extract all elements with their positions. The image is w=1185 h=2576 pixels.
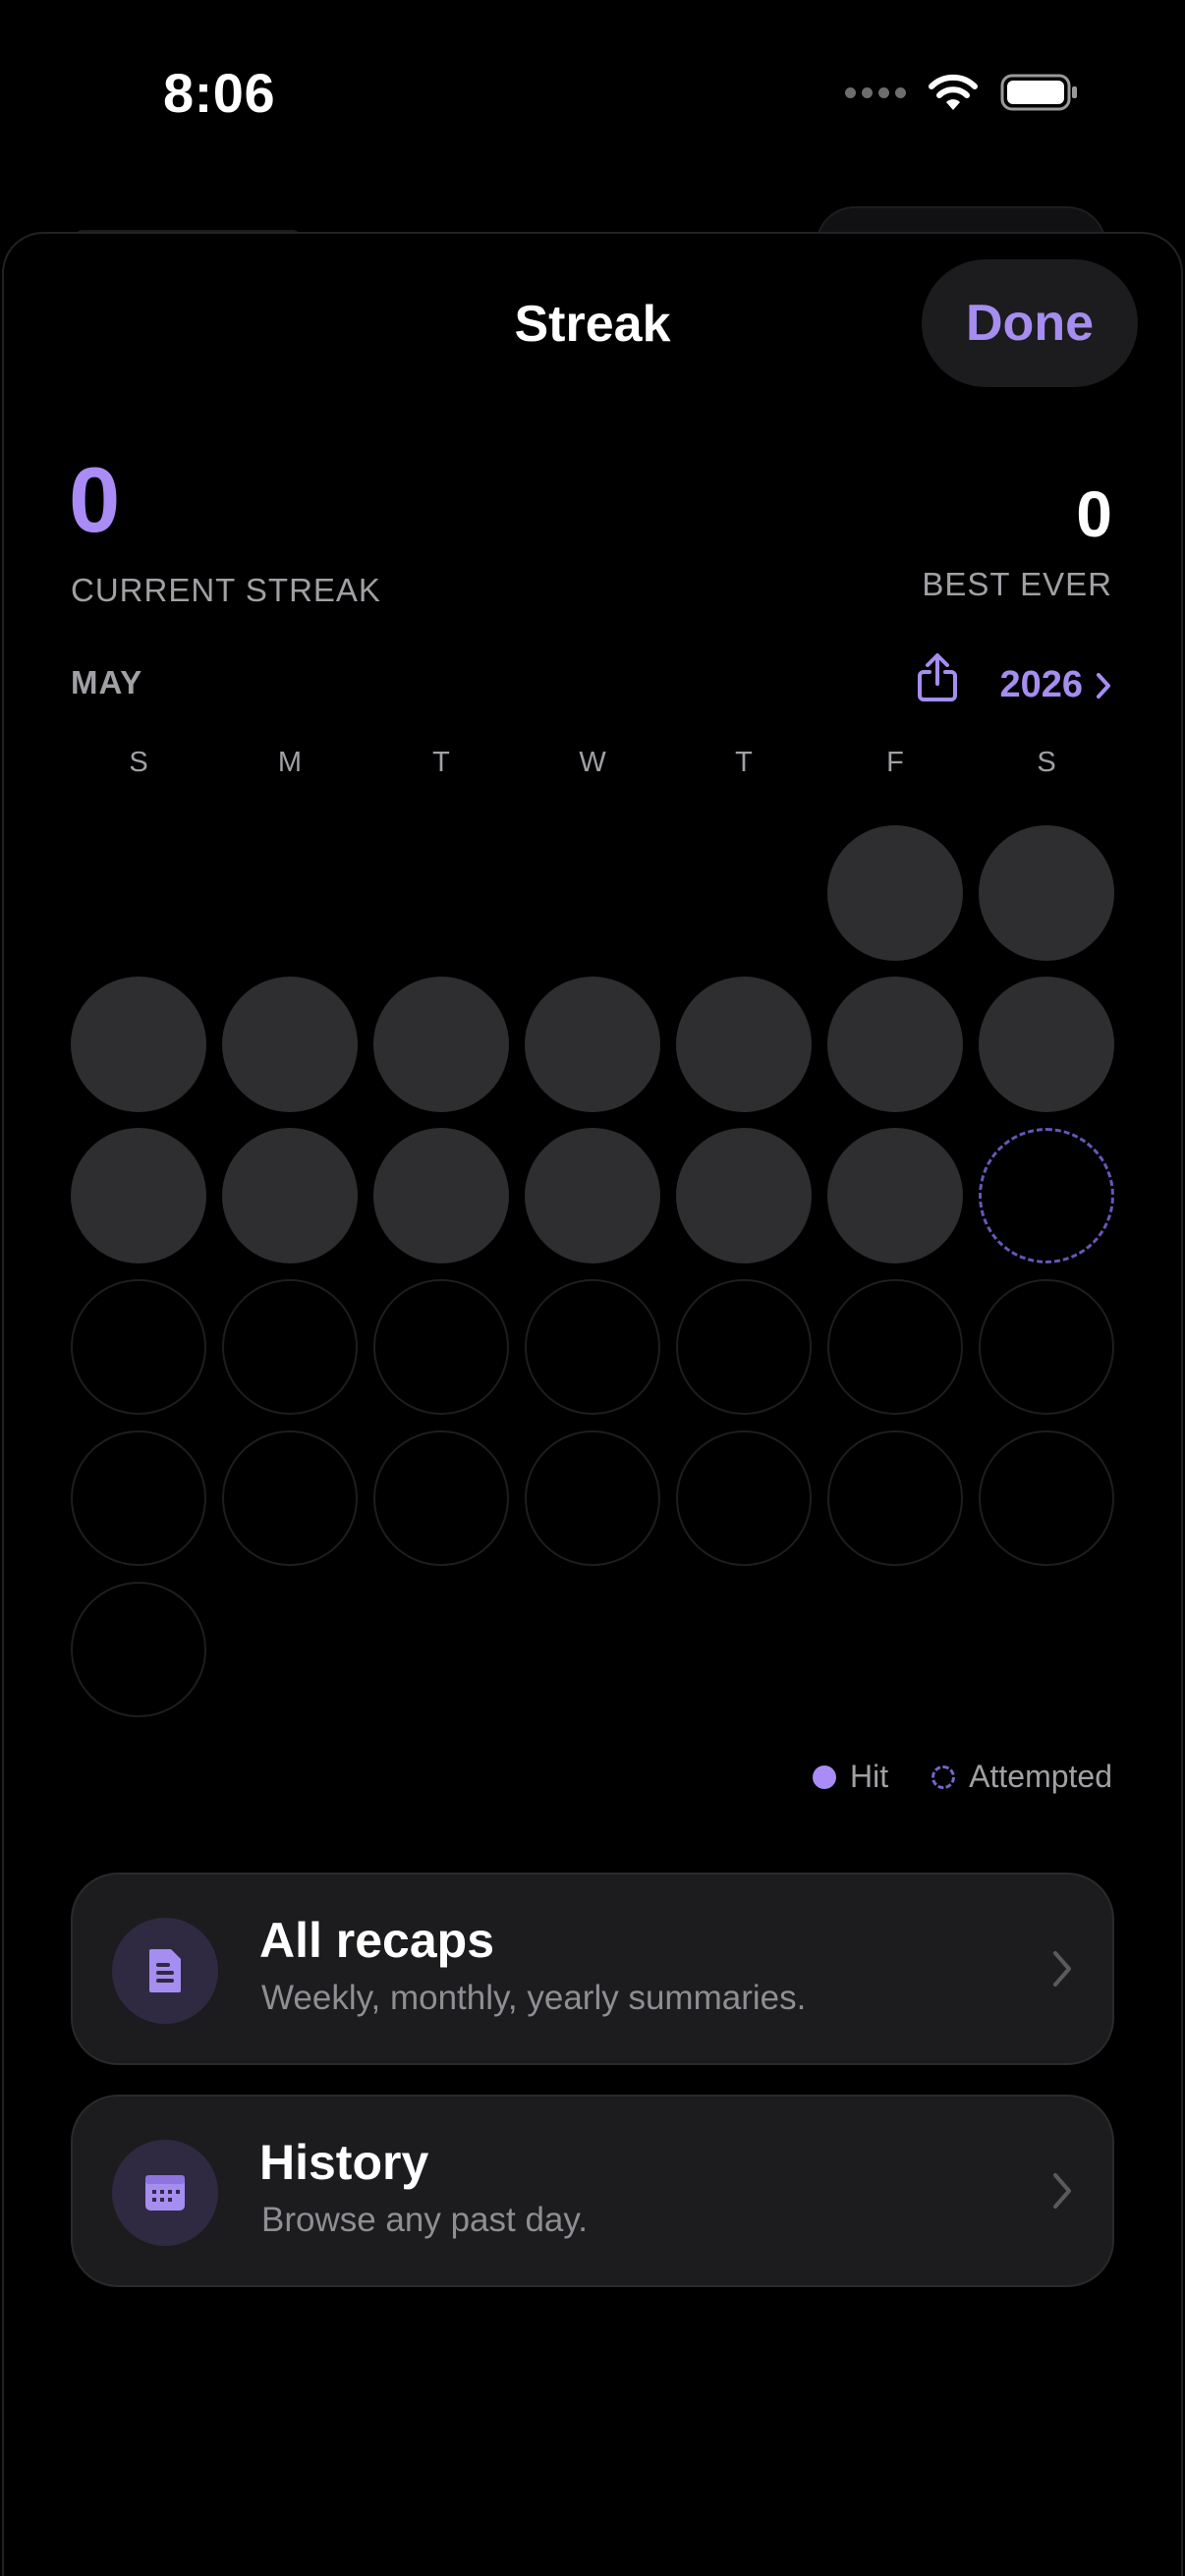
weekday-label: T	[432, 747, 450, 778]
calendar-day[interactable]	[373, 977, 509, 1112]
calendar-day[interactable]	[676, 977, 812, 1112]
calendar-day[interactable]	[71, 1279, 206, 1415]
calendar-day[interactable]	[827, 977, 963, 1112]
card-subtitle: Weekly, monthly, yearly summaries.	[261, 1979, 807, 2017]
attempted-legend-dot	[931, 1764, 956, 1789]
calendar-day[interactable]	[979, 1279, 1114, 1415]
calendar-day[interactable]	[827, 1279, 963, 1415]
attempted-legend-label: Attempted	[969, 1759, 1112, 1794]
calendar-day[interactable]	[222, 1128, 358, 1263]
weekday-label: T	[735, 747, 753, 778]
chevron-right-icon	[1097, 672, 1110, 699]
weekday-header: SMTWTFS	[71, 747, 1114, 786]
all-recaps-card[interactable]: All recaps Weekly, monthly, yearly summa…	[71, 1873, 1114, 2065]
battery-icon	[1000, 74, 1077, 111]
card-title: All recaps	[259, 1913, 495, 1968]
best-streak-value: 0	[1076, 477, 1112, 550]
year-label: 2026	[999, 664, 1083, 705]
calendar-day[interactable]	[676, 1430, 812, 1566]
screen: 8:06 Streak Done 0 CURRENT STREAK 0 BEST…	[0, 0, 1185, 2576]
document-icon	[112, 1918, 218, 2024]
done-button[interactable]: Done	[922, 259, 1138, 387]
calendar-day[interactable]	[827, 825, 963, 961]
calendar-day[interactable]	[525, 1279, 660, 1415]
chevron-right-icon	[1053, 1951, 1071, 1987]
calendar-day[interactable]	[827, 1430, 963, 1566]
calendar-grid	[71, 825, 1114, 1719]
calendar-day[interactable]	[979, 825, 1114, 961]
weekday-label: S	[1037, 747, 1056, 778]
weekday-label: M	[277, 747, 303, 778]
hit-legend-dot	[813, 1764, 837, 1789]
calendar-day[interactable]	[979, 1430, 1114, 1566]
year-selector[interactable]: 2026	[999, 664, 1112, 706]
calendar-day[interactable]	[71, 1128, 206, 1263]
calendar-day[interactable]	[71, 1430, 206, 1566]
weekday-label: S	[129, 747, 148, 778]
status-time: 8:06	[163, 62, 276, 124]
calendar-day[interactable]	[222, 977, 358, 1112]
calendar-day[interactable]	[525, 1128, 660, 1263]
calendar-icon	[112, 2140, 218, 2246]
wifi-icon	[929, 74, 978, 110]
chevron-right-icon	[1053, 2173, 1071, 2209]
calendar-day[interactable]	[373, 1128, 509, 1263]
weekday-label: F	[886, 747, 904, 778]
calendar-day[interactable]	[373, 1279, 509, 1415]
calendar-day[interactable]	[979, 1128, 1114, 1263]
calendar-day[interactable]	[827, 1128, 963, 1263]
calendar-day[interactable]	[525, 977, 660, 1112]
legend: Hit Attempted	[813, 1759, 1112, 1795]
cellular-signal-icon	[845, 86, 906, 98]
calendar-day[interactable]	[373, 1430, 509, 1566]
status-icons	[845, 73, 1079, 112]
calendar-day[interactable]	[222, 1430, 358, 1566]
calendar-day[interactable]	[222, 1279, 358, 1415]
best-streak-label: BEST EVER	[922, 566, 1112, 602]
calendar-day[interactable]	[71, 1582, 206, 1717]
calendar-day[interactable]	[979, 977, 1114, 1112]
weekday-label: W	[579, 747, 606, 778]
card-title: History	[259, 2135, 429, 2190]
current-streak-label: CURRENT STREAK	[71, 572, 381, 608]
calendar-day[interactable]	[525, 1430, 660, 1566]
calendar-day[interactable]	[676, 1279, 812, 1415]
current-streak-value: 0	[69, 448, 121, 551]
hit-legend-label: Hit	[850, 1759, 889, 1794]
month-label: MAY	[71, 664, 143, 700]
calendar-day[interactable]	[676, 1128, 812, 1263]
history-card[interactable]: History Browse any past day.	[71, 2095, 1114, 2287]
card-subtitle: Browse any past day.	[261, 2201, 589, 2239]
share-icon[interactable]	[916, 652, 959, 703]
calendar-day[interactable]	[71, 977, 206, 1112]
